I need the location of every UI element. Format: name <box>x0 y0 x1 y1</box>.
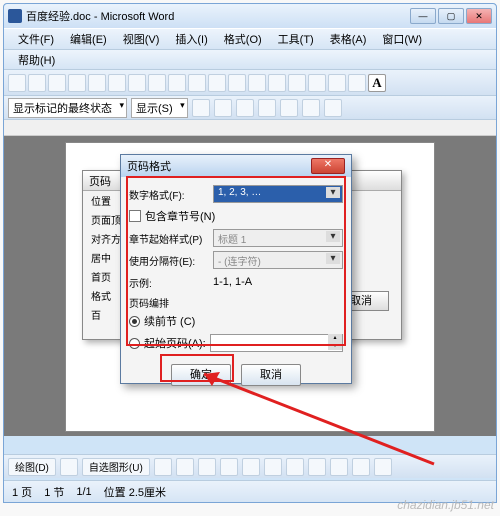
comment-icon[interactable] <box>280 99 298 117</box>
dialog-title: 页码格式 <box>127 158 311 174</box>
example-value: 1-1, 1-A <box>213 276 252 288</box>
accept-icon[interactable] <box>328 74 346 92</box>
show-dropdown[interactable]: 显示(S) <box>131 98 188 118</box>
separator-label: 使用分隔符(E): <box>129 253 209 268</box>
watermark: chazidian.jb51.net <box>397 498 494 512</box>
status-position: 位置 2.5厘米 <box>104 484 166 500</box>
menu-table[interactable]: 表格(A) <box>324 29 373 49</box>
titlebar: 百度经验.doc - Microsoft Word — ▢ ✕ <box>4 4 496 28</box>
dialog-close-button[interactable]: ✕ <box>311 158 345 174</box>
start-at-input[interactable] <box>210 334 343 352</box>
chapter-style-label: 章节起始样式(P) <box>129 231 209 246</box>
fill-icon[interactable] <box>352 458 370 476</box>
doc-icon[interactable] <box>288 74 306 92</box>
table-icon[interactable] <box>268 74 286 92</box>
status-page: 1 页 <box>12 484 32 500</box>
status-pages: 1/1 <box>76 486 91 498</box>
menu-tools[interactable]: 工具(T) <box>272 29 320 49</box>
window-title: 百度经验.doc - Microsoft Word <box>26 8 410 24</box>
undo-icon[interactable] <box>208 74 226 92</box>
page-number-format-dialog: 页码格式 ✕ 数字格式(F): 1, 2, 3, … 包含章节号(N) 章节起始… <box>120 154 352 384</box>
menu-window[interactable]: 窗口(W) <box>376 29 428 49</box>
include-chapter-label: 包含章节号(N) <box>145 208 215 224</box>
minimize-button[interactable]: — <box>410 8 436 24</box>
menu-view[interactable]: 视图(V) <box>117 29 166 49</box>
picture-icon[interactable] <box>330 458 348 476</box>
diagram-icon[interactable] <box>286 458 304 476</box>
reject-icon[interactable] <box>348 74 366 92</box>
drawing-toolbar: 绘图(D) 自选图形(U) <box>4 454 496 478</box>
ok-button[interactable]: 确定 <box>171 364 231 386</box>
prev-change-icon[interactable] <box>192 99 210 117</box>
menu-format[interactable]: 格式(O) <box>218 29 268 49</box>
select-icon[interactable] <box>60 458 78 476</box>
review-toolbar: 显示标记的最终状态 显示(S) <box>4 96 496 120</box>
include-chapter-checkbox[interactable] <box>129 210 141 222</box>
close-button[interactable]: ✕ <box>466 8 492 24</box>
balloon-icon[interactable] <box>324 99 342 117</box>
line-icon[interactable] <box>154 458 172 476</box>
wordart-icon[interactable] <box>264 458 282 476</box>
status-section: 1 节 <box>44 484 64 500</box>
next-change-icon[interactable] <box>214 99 232 117</box>
new-icon[interactable] <box>8 74 26 92</box>
chapter-style-select[interactable]: 标题 1 <box>213 229 343 247</box>
accept-change-icon[interactable] <box>236 99 254 117</box>
standard-toolbar: A <box>4 70 496 96</box>
maximize-button[interactable]: ▢ <box>438 8 464 24</box>
menu-file[interactable]: 文件(F) <box>12 29 60 49</box>
menu-help[interactable]: 帮助(H) <box>12 53 61 69</box>
continue-radio[interactable] <box>129 316 140 327</box>
track-icon[interactable] <box>302 99 320 117</box>
textbox-icon[interactable] <box>242 458 260 476</box>
preview-icon[interactable] <box>88 74 106 92</box>
menu-insert[interactable]: 插入(I) <box>169 29 213 49</box>
reject-change-icon[interactable] <box>258 99 276 117</box>
start-at-label: 起始页码(A): <box>144 335 206 351</box>
print-icon[interactable] <box>68 74 86 92</box>
painter-icon[interactable] <box>188 74 206 92</box>
copy-icon[interactable] <box>148 74 166 92</box>
spell-icon[interactable] <box>108 74 126 92</box>
redo-icon[interactable] <box>228 74 246 92</box>
cancel-button[interactable]: 取消 <box>241 364 301 386</box>
paste-icon[interactable] <box>168 74 186 92</box>
open-icon[interactable] <box>28 74 46 92</box>
link-icon[interactable] <box>248 74 266 92</box>
save-icon[interactable] <box>48 74 66 92</box>
separator-select[interactable]: - (连字符) <box>213 251 343 269</box>
number-format-label: 数字格式(F): <box>129 187 209 202</box>
menubar: 文件(F) 编辑(E) 视图(V) 插入(I) 格式(O) 工具(T) 表格(A… <box>4 28 496 50</box>
para-icon[interactable] <box>308 74 326 92</box>
start-at-radio[interactable] <box>129 338 140 349</box>
font-a-icon[interactable]: A <box>368 74 386 92</box>
page-numbering-section: 页码编排 <box>129 295 343 310</box>
continue-label: 续前节 (C) <box>144 313 195 329</box>
example-label: 示例: <box>129 275 209 290</box>
number-format-select[interactable]: 1, 2, 3, … <box>213 185 343 203</box>
menu-edit[interactable]: 编辑(E) <box>64 29 113 49</box>
clipart-icon[interactable] <box>308 458 326 476</box>
cut-icon[interactable] <box>128 74 146 92</box>
linecolor-icon[interactable] <box>374 458 392 476</box>
autoshapes-menu[interactable]: 自选图形(U) <box>82 458 150 476</box>
markup-state-dropdown[interactable]: 显示标记的最终状态 <box>8 98 127 118</box>
arrow-icon[interactable] <box>176 458 194 476</box>
draw-menu[interactable]: 绘图(D) <box>8 458 56 476</box>
word-window: 百度经验.doc - Microsoft Word — ▢ ✕ 文件(F) 编辑… <box>3 3 497 503</box>
oval-icon[interactable] <box>220 458 238 476</box>
dialog-titlebar: 页码格式 ✕ <box>121 155 351 177</box>
rect-icon[interactable] <box>198 458 216 476</box>
helpbar: 帮助(H) <box>4 50 496 70</box>
word-icon <box>8 9 22 23</box>
ruler[interactable] <box>4 120 496 136</box>
